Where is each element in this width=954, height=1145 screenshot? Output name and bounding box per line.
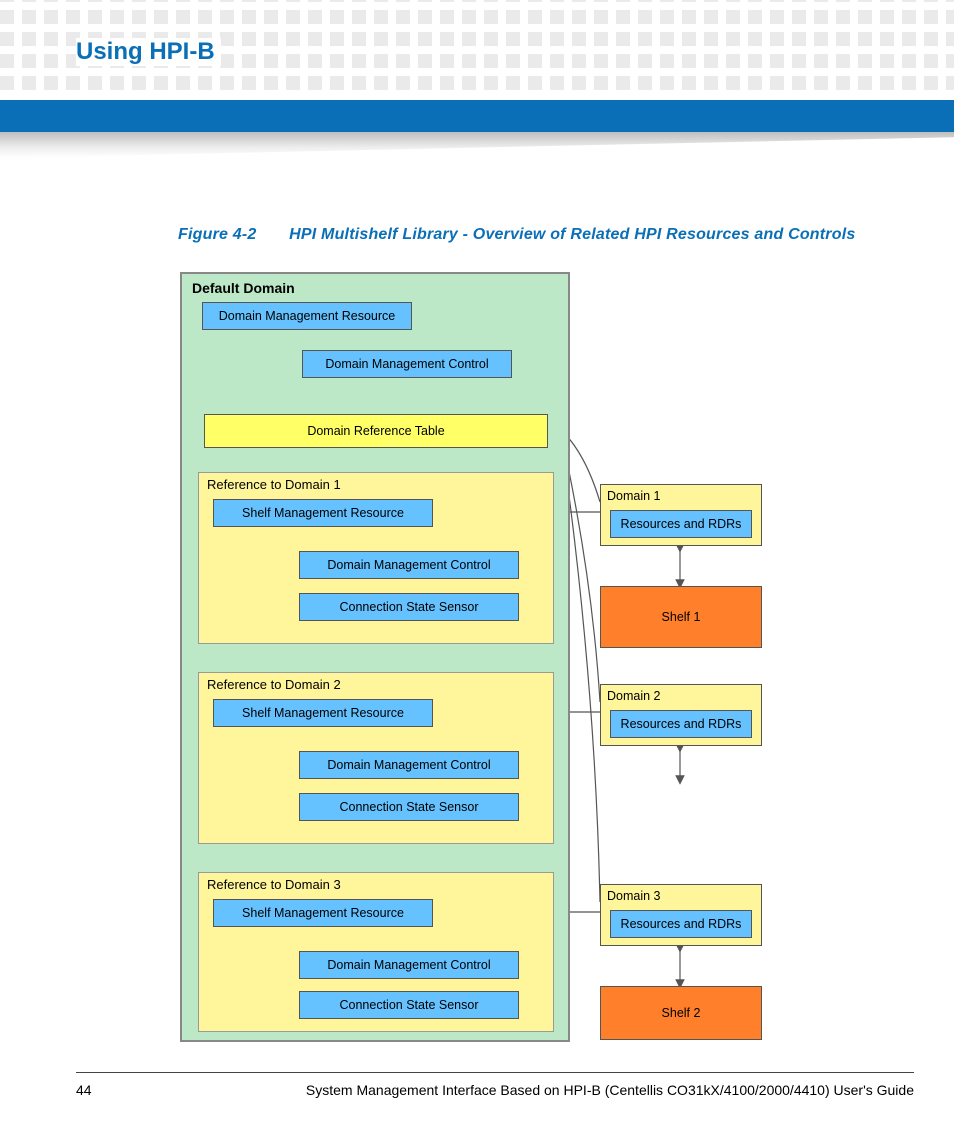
domain-2-content: Resources and RDRs	[610, 710, 752, 738]
footer-rule	[76, 1072, 914, 1073]
ref3-title: Reference to Domain 3	[207, 877, 341, 892]
reference-domain-2: Reference to Domain 2 Shelf Management R…	[198, 672, 554, 844]
domain-3-title: Domain 3	[607, 889, 661, 903]
diagram: Default Domain Domain Management Resourc…	[180, 272, 840, 1042]
ref3-smr: Shelf Management Resource	[213, 899, 433, 927]
footer-text: System Management Interface Based on HPI…	[174, 1082, 914, 1098]
default-domain-container: Default Domain Domain Management Resourc…	[180, 272, 570, 1042]
ref1-dmc: Domain Management Control	[299, 551, 519, 579]
figure-label: Figure 4-2	[178, 226, 256, 243]
page-number: 44	[76, 1082, 92, 1098]
ref3-dmc: Domain Management Control	[299, 951, 519, 979]
ref1-smr: Shelf Management Resource	[213, 499, 433, 527]
ref1-css: Connection State Sensor	[299, 593, 519, 621]
figure-caption-text: HPI Multishelf Library - Overview of Rel…	[289, 226, 855, 243]
domain-1-content: Resources and RDRs	[610, 510, 752, 538]
domain-2-title: Domain 2	[607, 689, 661, 703]
domain-1-title: Domain 1	[607, 489, 661, 503]
ref3-css: Connection State Sensor	[299, 991, 519, 1019]
ref1-title: Reference to Domain 1	[207, 477, 341, 492]
header-blue-bar	[0, 100, 954, 132]
ref2-smr: Shelf Management Resource	[213, 699, 433, 727]
domain-reference-table-box: Domain Reference Table	[204, 414, 548, 448]
default-domain-title: Default Domain	[192, 280, 295, 296]
reference-domain-3: Reference to Domain 3 Shelf Management R…	[198, 872, 554, 1032]
domain-mgmt-resource-box: Domain Management Resource	[202, 302, 412, 330]
figure-caption: Figure 4-2 HPI Multishelf Library - Over…	[178, 226, 855, 244]
ref2-title: Reference to Domain 2	[207, 677, 341, 692]
shelf-1-box: Shelf 1	[600, 586, 762, 648]
domain-mgmt-control-box: Domain Management Control	[302, 350, 512, 378]
domain-3-content: Resources and RDRs	[610, 910, 752, 938]
ref2-css: Connection State Sensor	[299, 793, 519, 821]
header-grey-wedge	[0, 132, 954, 158]
shelf-2-box: Shelf 2	[600, 986, 762, 1040]
page-title: Using HPI-B	[76, 38, 221, 66]
ref2-dmc: Domain Management Control	[299, 751, 519, 779]
reference-domain-1: Reference to Domain 1 Shelf Management R…	[198, 472, 554, 644]
